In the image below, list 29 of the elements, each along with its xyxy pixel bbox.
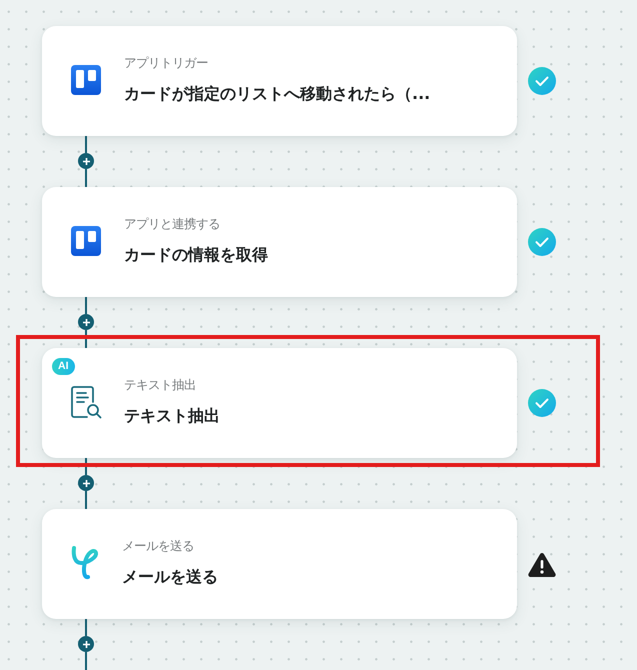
- step-category: テキスト抽出: [124, 377, 197, 394]
- connector-line: [85, 297, 87, 314]
- add-step-button[interactable]: [78, 153, 94, 169]
- connector-line: [85, 619, 87, 636]
- step-card[interactable]: メールを送る メールを送る: [42, 509, 517, 619]
- ai-badge: AI: [52, 358, 74, 375]
- step-card[interactable]: アプリと連携する カードの情報を取得: [42, 187, 517, 297]
- connector-line: [85, 458, 87, 475]
- connector-line: [85, 491, 87, 509]
- add-step-button[interactable]: [78, 636, 94, 652]
- add-step-button[interactable]: [78, 314, 94, 330]
- plus-icon: [82, 318, 90, 326]
- connector-line: [85, 652, 87, 670]
- connector-line: [85, 169, 87, 187]
- step-title: メールを送る: [122, 566, 218, 588]
- plus-icon: [82, 480, 90, 486]
- step-category: メールを送る: [122, 538, 195, 555]
- add-step-button[interactable]: [78, 475, 94, 491]
- connector-line: [85, 136, 87, 153]
- step-title: カードの情報を取得: [124, 244, 268, 266]
- step-title: カードが指定のリストへ移動されたら（...: [124, 83, 430, 105]
- step-category: アプリと連携する: [124, 216, 221, 233]
- plus-icon: [82, 640, 90, 648]
- step-card[interactable]: AI テキスト抽出 テキスト抽出: [42, 348, 517, 458]
- step-category: アプリトリガー: [124, 55, 209, 72]
- plus-icon: [82, 158, 90, 164]
- step-title: テキスト抽出: [124, 405, 220, 427]
- step-card[interactable]: アプリトリガー カードが指定のリストへ移動されたら（...: [42, 26, 517, 136]
- connector-line: [85, 330, 87, 348]
